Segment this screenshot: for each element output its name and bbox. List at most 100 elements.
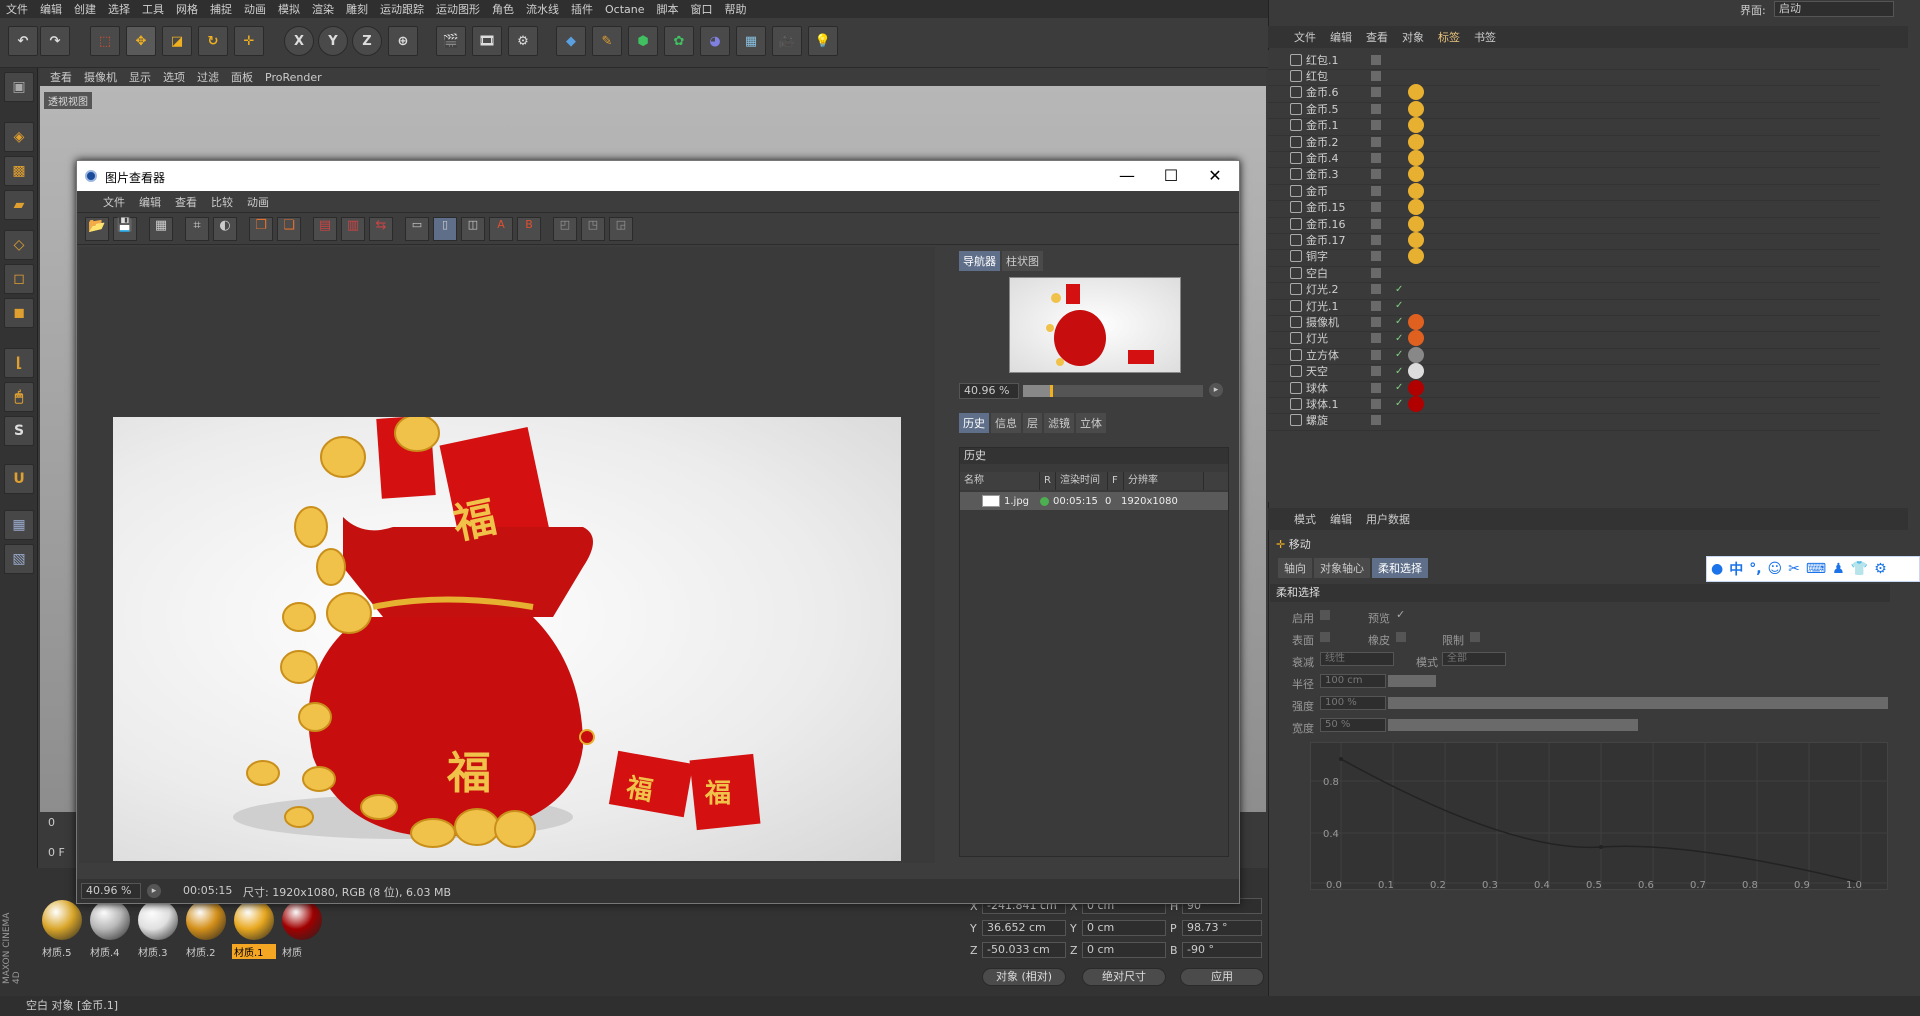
- menu-script[interactable]: 脚本: [657, 1, 679, 17]
- material-tag-icon[interactable]: [1408, 313, 1424, 330]
- material-tag-icon[interactable]: [1408, 215, 1424, 232]
- ime-punctuation[interactable]: °,: [1749, 561, 1761, 577]
- layer-toggle-icon[interactable]: [1371, 333, 1381, 344]
- coord-mode-select[interactable]: 对象 (相对): [982, 968, 1066, 986]
- enabled-check-icon[interactable]: ✓: [1395, 349, 1403, 360]
- layer-toggle-icon[interactable]: [1371, 284, 1381, 295]
- material-tag-icon[interactable]: [1408, 379, 1424, 396]
- material-tag-icon[interactable]: [1408, 346, 1424, 363]
- compare-a-icon[interactable]: ▤: [313, 217, 337, 241]
- menu-mograph[interactable]: 运动图形: [436, 1, 480, 17]
- close-icon[interactable]: ✕: [1193, 163, 1237, 189]
- tab-history[interactable]: 历史: [959, 413, 989, 433]
- object-name[interactable]: 红包.1: [1306, 52, 1339, 68]
- width-slider[interactable]: [1388, 719, 1638, 731]
- material-swatch[interactable]: 材质.2: [184, 900, 228, 960]
- menu-sculpt[interactable]: 雕刻: [346, 1, 368, 17]
- menu-animate[interactable]: 动画: [244, 1, 266, 17]
- object-name[interactable]: 金币.3: [1306, 166, 1339, 182]
- enable-checkbox[interactable]: [1320, 610, 1330, 620]
- rotate-tool-icon[interactable]: ↻: [198, 26, 228, 56]
- radius-field[interactable]: 100 cm: [1320, 674, 1386, 688]
- copy-icon[interactable]: ❐: [249, 217, 273, 241]
- radius-slider[interactable]: [1388, 675, 1436, 687]
- pen-tool-icon[interactable]: ✎: [592, 26, 622, 56]
- ime-chinese-mode[interactable]: 中: [1729, 559, 1743, 579]
- undo-icon[interactable]: ↶: [8, 26, 38, 56]
- live-select-icon[interactable]: ⬚: [90, 26, 120, 56]
- layer-toggle-icon[interactable]: [1371, 152, 1381, 163]
- size-y-field[interactable]: 0 cm: [1082, 920, 1166, 936]
- layer-toggle-icon[interactable]: [1371, 103, 1381, 114]
- fit-height-icon[interactable]: ◲: [609, 217, 633, 241]
- points-mode-icon[interactable]: ◇: [4, 230, 34, 260]
- layer-toggle-icon[interactable]: [1371, 87, 1381, 98]
- z-axis-button[interactable]: Z: [352, 26, 382, 56]
- apply-button[interactable]: 应用: [1180, 968, 1264, 986]
- fit-width-icon[interactable]: ◳: [581, 217, 605, 241]
- set-a-icon[interactable]: A: [489, 217, 513, 241]
- layer-toggle-icon[interactable]: [1371, 202, 1381, 213]
- object-name[interactable]: 红包: [1306, 68, 1328, 84]
- menu-plugins[interactable]: 插件: [571, 1, 593, 17]
- picture-viewer-canvas[interactable]: 福 福 福 福: [79, 247, 935, 863]
- menu-tools[interactable]: 工具: [142, 1, 164, 17]
- object-name[interactable]: 金币.5: [1306, 101, 1339, 117]
- layer-toggle-icon[interactable]: [1371, 251, 1381, 262]
- material-tag-icon[interactable]: [1408, 231, 1424, 248]
- object-name[interactable]: 金币.16: [1306, 216, 1346, 232]
- menu-character[interactable]: 角色: [492, 1, 514, 17]
- object-row[interactable]: 螺旋: [1268, 411, 1880, 431]
- layer-toggle-icon[interactable]: [1371, 366, 1381, 377]
- ab-split-icon[interactable]: ▯: [433, 217, 457, 241]
- tab-histogram[interactable]: 柱状图: [1002, 251, 1043, 271]
- ab-diff-icon[interactable]: ◫: [461, 217, 485, 241]
- ime-keyboard-icon[interactable]: ⌨: [1806, 561, 1826, 577]
- status-zoom-field[interactable]: 40.96 %: [81, 883, 141, 899]
- enabled-check-icon[interactable]: ✓: [1395, 284, 1403, 295]
- col-render-time[interactable]: 渲染时间: [1056, 472, 1108, 490]
- move-tool-icon[interactable]: ✥: [126, 26, 156, 56]
- object-name[interactable]: 球体.1: [1306, 396, 1339, 412]
- current-frame-field[interactable]: 0 F: [48, 846, 65, 859]
- floor-icon[interactable]: ▦: [736, 26, 766, 56]
- limit-checkbox[interactable]: [1470, 632, 1480, 642]
- enabled-check-icon[interactable]: ✓: [1395, 398, 1403, 409]
- rotation-b-field[interactable]: -90 °: [1182, 942, 1262, 958]
- falloff-graph[interactable]: 0.8 0.4: [1310, 742, 1889, 891]
- scale-tool-icon[interactable]: ◪: [162, 26, 192, 56]
- vp-menu-display[interactable]: 显示: [129, 69, 151, 85]
- surface-checkbox[interactable]: [1320, 632, 1330, 642]
- material-swatch[interactable]: 材质.1: [232, 900, 276, 960]
- material-tag-icon[interactable]: [1408, 248, 1424, 265]
- menu-file[interactable]: 文件: [6, 1, 28, 17]
- navigator-thumbnail[interactable]: [1009, 277, 1181, 373]
- picture-viewer-titlebar[interactable]: 图片查看器 — ☐ ✕: [77, 161, 1239, 191]
- vp-menu-cameras[interactable]: 摄像机: [84, 69, 117, 85]
- object-name[interactable]: 天空: [1306, 363, 1328, 379]
- pv-menu-file[interactable]: 文件: [103, 194, 125, 210]
- planar-workplane-icon[interactable]: ▧: [4, 544, 34, 574]
- material-tag-icon[interactable]: [1408, 133, 1424, 150]
- rotation-p-field[interactable]: 98.73 °: [1182, 920, 1262, 936]
- axis-mode-icon[interactable]: ⌊: [4, 348, 34, 378]
- navigator-zoom-field[interactable]: 40.96 %: [959, 383, 1019, 399]
- ime-scissors-icon[interactable]: ✂: [1788, 561, 1800, 577]
- tweak-mode-icon[interactable]: 🖱: [4, 382, 34, 412]
- tab-filter[interactable]: 滤镜: [1044, 413, 1074, 433]
- maximize-icon[interactable]: ☐: [1149, 163, 1193, 189]
- om-menu-view[interactable]: 查看: [1366, 29, 1388, 45]
- y-axis-button[interactable]: Y: [318, 26, 348, 56]
- tab-stereo[interactable]: 立体: [1076, 413, 1106, 433]
- menu-simulate[interactable]: 模拟: [278, 1, 300, 17]
- layer-toggle-icon[interactable]: [1371, 267, 1381, 278]
- enabled-check-icon[interactable]: ✓: [1395, 366, 1403, 377]
- layer-toggle-icon[interactable]: [1371, 234, 1381, 245]
- layer-toggle-icon[interactable]: [1371, 300, 1381, 311]
- workplane-icon[interactable]: ▰: [4, 190, 34, 220]
- menu-motion-tracking[interactable]: 运动跟踪: [380, 1, 424, 17]
- region-render-icon[interactable]: ⌗: [185, 217, 209, 241]
- render-settings-icon[interactable]: ⚙: [508, 26, 538, 56]
- texture-mode-icon[interactable]: ▩: [4, 156, 34, 186]
- make-editable-icon[interactable]: ▣: [4, 72, 34, 102]
